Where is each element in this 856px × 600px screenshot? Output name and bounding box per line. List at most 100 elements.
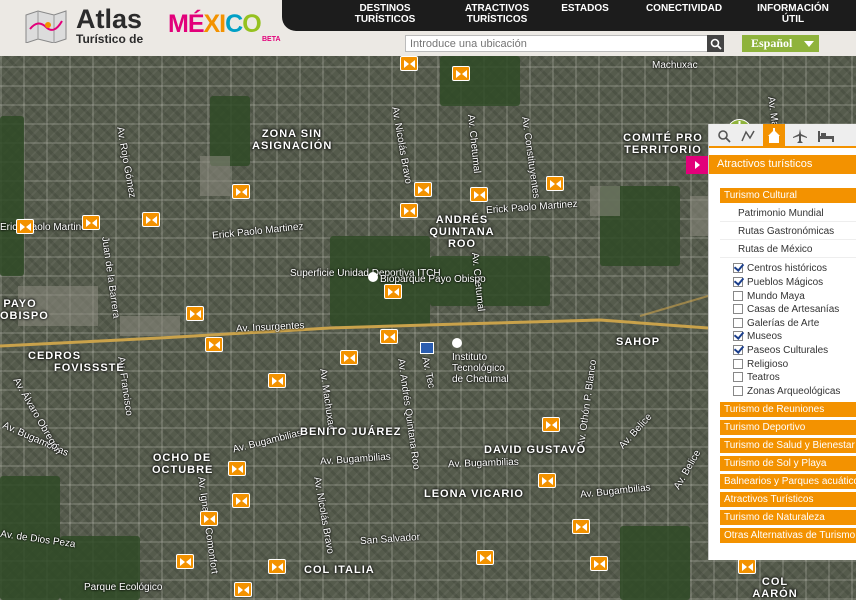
attraction-marker-icon[interactable] [340, 350, 358, 365]
attraction-marker-icon[interactable] [232, 493, 250, 508]
attraction-marker-icon[interactable] [470, 187, 488, 202]
neighborhood-label: CEDROS [28, 350, 82, 362]
attraction-marker-icon[interactable] [176, 554, 194, 569]
category-turismo-reuniones[interactable]: Turismo de Reuniones [720, 402, 856, 417]
beta-badge: BETA [262, 36, 281, 43]
attraction-marker-icon[interactable] [232, 184, 250, 199]
street-label: Machuxac [652, 60, 698, 71]
attraction-marker-icon[interactable] [205, 337, 223, 352]
checkbox-label: Paseos Culturales [747, 345, 829, 356]
attraction-marker-icon[interactable] [738, 559, 756, 574]
attraction-marker-icon[interactable] [380, 329, 398, 344]
category-sol-playa[interactable]: Turismo de Sol y Playa [720, 456, 856, 471]
nav-label-line2: TURÍSTICOS [466, 14, 528, 25]
checkbox[interactable] [733, 304, 743, 314]
tab-attractions[interactable] [763, 124, 785, 148]
attraction-marker-icon[interactable] [200, 511, 218, 526]
checkbox-label: Zonas Arqueológicas [747, 386, 841, 397]
category-atractivos-turisticos[interactable]: Atractivos Turísticos [720, 492, 856, 507]
nav-atractivos-turisticos[interactable]: ATRACTIVOS TURÍSTICOS [452, 0, 542, 31]
checkbox[interactable] [733, 359, 743, 369]
tab-destinations[interactable] [737, 125, 759, 147]
category-otras-alternativas[interactable]: Otras Alternativas de Turismo [720, 528, 856, 543]
church-icon [768, 128, 780, 143]
neighborhood-label: COMITÉ PRO TERRITORIO [623, 132, 703, 156]
neighborhood-label: OCHO DE OCTUBRE [152, 452, 214, 476]
checkbox-teatros[interactable]: Teatros [720, 371, 856, 384]
attraction-marker-icon[interactable] [414, 182, 432, 197]
place-marker-icon[interactable] [452, 338, 462, 348]
nav-destinos-turisticos[interactable]: DESTINOS TURÍSTICOS [340, 0, 430, 31]
checkbox-paseos-culturales[interactable]: Paseos Culturales [720, 344, 856, 357]
tab-lodging[interactable] [815, 125, 837, 147]
logo-mexico-letters-1: MÉ [168, 10, 204, 38]
neighborhood-label: LEONA VICARIO [424, 488, 524, 500]
nav-label-line1: ESTADOS [561, 3, 609, 14]
subcategory-item[interactable]: Rutas Gastronómicas [720, 223, 856, 240]
category-turismo-cultural[interactable]: Turismo Cultural [720, 188, 856, 203]
neighborhood-label: COL AARÓN MERINO [752, 576, 798, 600]
category-balnearios[interactable]: Balnearios y Parques acuáticos [720, 474, 856, 489]
museum-marker-icon[interactable] [420, 342, 434, 354]
attraction-marker-icon[interactable] [452, 66, 470, 81]
checkbox[interactable] [733, 291, 743, 301]
checkbox-religioso[interactable]: Religioso [720, 358, 856, 371]
attraction-marker-icon[interactable] [142, 212, 160, 227]
checkbox-centros-historicos[interactable]: Centros históricos [720, 262, 856, 275]
category-turismo-naturaleza[interactable]: Turismo de Naturaleza [720, 510, 856, 525]
attraction-marker-icon[interactable] [476, 550, 494, 565]
attraction-marker-icon[interactable] [186, 306, 204, 321]
attraction-marker-icon[interactable] [82, 215, 100, 230]
checkbox[interactable] [733, 372, 743, 382]
attraction-marker-icon[interactable] [590, 556, 608, 571]
nav-label-line1: DESTINOS [359, 3, 411, 14]
attraction-marker-icon[interactable] [268, 559, 286, 574]
attraction-marker-icon[interactable] [228, 461, 246, 476]
checkbox-galerias-arte[interactable]: Galerías de Arte [720, 317, 856, 330]
folded-map-icon [25, 10, 67, 43]
checkbox-casas-artesanias[interactable]: Casas de Artesanías [720, 303, 856, 316]
checkbox[interactable] [733, 345, 743, 355]
attraction-marker-icon[interactable] [268, 373, 286, 388]
nav-informacion-util[interactable]: INFORMACIÓN ÚTIL [748, 0, 838, 31]
site-logo[interactable]: Atlas Turístico de MÉXICO BETA [18, 4, 288, 46]
checkbox-label: Teatros [747, 372, 780, 383]
checkbox[interactable] [733, 386, 743, 396]
logo-mexico-text: MÉXICO [168, 10, 262, 39]
tab-connectivity[interactable] [789, 125, 811, 147]
checkbox-label: Galerías de Arte [747, 318, 820, 329]
checkbox[interactable] [733, 263, 743, 273]
checkbox-label: Casas de Artesanías [747, 304, 840, 315]
checkbox[interactable] [733, 318, 743, 328]
search-button[interactable] [707, 35, 724, 52]
attraction-marker-icon[interactable] [234, 582, 252, 597]
checkbox[interactable] [733, 277, 743, 287]
attraction-marker-icon[interactable] [384, 284, 402, 299]
nav-estados[interactable]: ESTADOS [550, 0, 620, 31]
checkbox-label: Museos [747, 331, 783, 342]
subcategory-item[interactable]: Patrimonio Mundial [720, 205, 856, 222]
checkbox[interactable] [733, 331, 743, 341]
tab-search[interactable] [713, 125, 735, 147]
checkbox-pueblos-magicos[interactable]: Pueblos Mágicos [720, 276, 856, 289]
attraction-marker-icon[interactable] [542, 417, 560, 432]
subcategory-item[interactable]: Rutas de México [720, 241, 856, 258]
checkbox-zonas-arqueologicas[interactable]: Zonas Arqueológicas [720, 385, 856, 398]
language-selected: Español [751, 36, 793, 50]
location-search-input[interactable] [406, 36, 706, 51]
category-turismo-salud[interactable]: Turismo de Salud y Bienestar [720, 438, 856, 453]
attraction-marker-icon[interactable] [572, 519, 590, 534]
checkbox-mundo-maya[interactable]: Mundo Maya [720, 290, 856, 303]
category-turismo-deportivo[interactable]: Turismo Deportivo [720, 420, 856, 435]
attraction-marker-icon[interactable] [16, 219, 34, 234]
attraction-marker-icon[interactable] [546, 176, 564, 191]
place-marker-icon[interactable] [368, 272, 378, 282]
attraction-marker-icon[interactable] [538, 473, 556, 488]
language-select[interactable]: Español [742, 35, 819, 52]
checkbox-museos[interactable]: Museos [720, 330, 856, 343]
neighborhood-label: FOVISSSTE [54, 362, 125, 374]
attraction-marker-icon[interactable] [400, 56, 418, 71]
panel-collapse-button[interactable] [686, 156, 708, 174]
attraction-marker-icon[interactable] [400, 203, 418, 218]
nav-conectividad[interactable]: CONECTIVIDAD [638, 0, 730, 31]
